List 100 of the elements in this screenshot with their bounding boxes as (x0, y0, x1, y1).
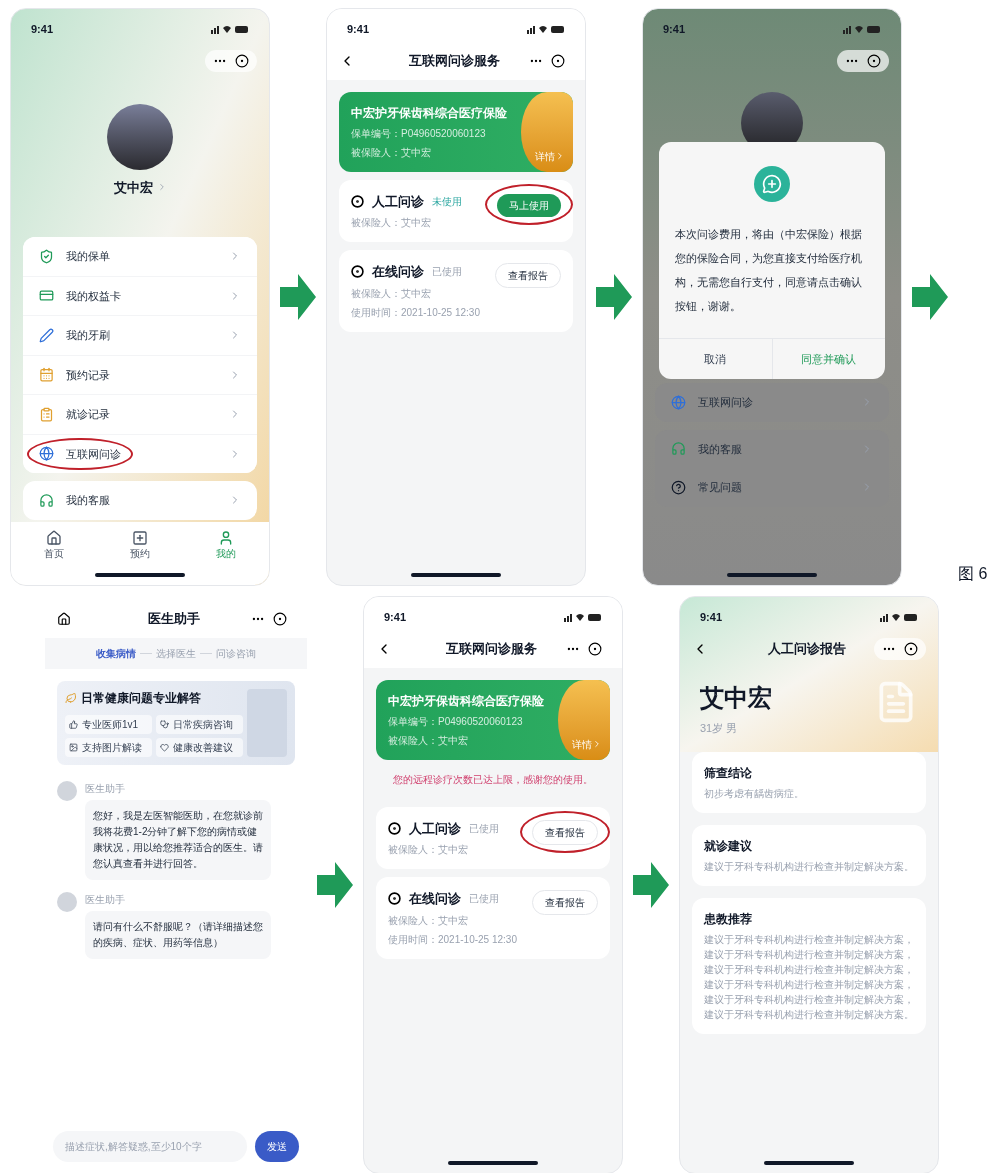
avatar-silhouette (57, 781, 77, 801)
chevron-icon (592, 739, 602, 749)
patient-name: 艾中宏 (700, 682, 773, 713)
tab[interactable]: 我的 (183, 530, 269, 561)
status-icons-drawing (211, 24, 249, 35)
step-label: 问诊咨询 (216, 647, 256, 661)
feature-chip: 专业医师1v1 (65, 715, 152, 734)
menu-capsule[interactable] (874, 637, 926, 660)
home-icon[interactable] (57, 612, 71, 626)
sender-name: 医生助手 (85, 782, 126, 796)
close-icon[interactable] (551, 53, 565, 68)
section-text: 建议于牙科专科机构进行检查并制定解决方案。 (704, 860, 914, 874)
service-name: 人工问诊 (409, 819, 461, 838)
service-info: 被保险人：艾中宏 (351, 216, 432, 230)
send-button[interactable]: 发送 (255, 1131, 299, 1162)
service-info: 使用时间：2021-10-25 12:30 (351, 305, 481, 320)
headset-icon (671, 441, 686, 457)
action-button[interactable]: 马上使用 (497, 193, 561, 217)
page-title: 人工问诊报告 (767, 639, 847, 658)
status-icons-drawing (527, 24, 565, 35)
service-status: 未使用 (432, 194, 462, 209)
heart-icon (160, 743, 169, 752)
menu-item[interactable]: 我的保单 (23, 237, 257, 277)
chevron-icon (555, 151, 565, 161)
service-status: 已使用 (432, 265, 462, 280)
menu-item-label: 互联网问诊 (698, 395, 753, 410)
section-title: 筛查结论 (704, 765, 753, 782)
menu-capsule[interactable] (205, 49, 257, 72)
home-icon (46, 530, 62, 546)
feature-chip: 日常疾病咨询 (156, 715, 243, 734)
ring-icon (388, 821, 401, 835)
menu-item-label: 互联网问诊 (66, 446, 121, 462)
service-name: 人工问诊 (372, 192, 424, 211)
section-title: 就诊建议 (704, 838, 753, 855)
menu-item-label: 常见问题 (698, 480, 742, 495)
page-title: 互联网问诊服务 (407, 51, 501, 70)
menu-item-label: 我的保单 (66, 249, 110, 264)
insured-person: 被保险人：艾中宏 (351, 145, 432, 160)
consult-icon (754, 165, 790, 202)
sender-name: 医生助手 (85, 893, 126, 907)
right-arrow-icon (280, 274, 316, 320)
close-icon[interactable] (904, 641, 918, 656)
close-icon[interactable] (867, 53, 881, 68)
menu-item-label: 我的权益卡 (66, 288, 121, 304)
page-title: 医生助手 (147, 610, 201, 629)
action-button[interactable]: 查看报告 (495, 263, 561, 288)
service-info: 被保险人：艾中宏 (388, 913, 469, 928)
menu-item-label: 我的客服 (698, 441, 742, 457)
card-title: 中宏护牙保齿科综合医疗保险 (351, 104, 508, 122)
right-arrow-icon (633, 862, 669, 908)
status-icons-drawing (880, 612, 918, 623)
status-time: 9:41 (347, 22, 370, 37)
user-name: 艾中宏 (113, 178, 153, 197)
menu-item-label: 预约记录 (66, 367, 110, 383)
section-text: 建议于牙科专科机构进行检查并制定解决方案，建议于牙科专科机构进行检查并制定解决方案，建议于牙科专科机构进行检查并制定解决方案，建议于牙科专科机构进行检查并制定解决方案，建议于牙科专科机构进行检查并制定解决方案，建议于牙科专科机构进行检查并制定解决方案。 (704, 933, 914, 1022)
message-input[interactable]: 描述症状,解答疑惑,至少10个字 (53, 1131, 247, 1162)
figure-label: 图 6 (958, 564, 988, 584)
image-icon (69, 743, 78, 752)
section-title: 患教推荐 (704, 911, 753, 928)
message-bubble: 请问有什么不舒服呢？（请详细描述您的疾病、症状、用药等信息） (85, 911, 271, 959)
service-info: 使用时间：2021-10-25 12:30 (388, 932, 518, 947)
patient-info: 31岁 男 (700, 720, 739, 736)
insured-person: 被保险人：艾中宏 (388, 733, 469, 748)
status-time: 9:41 (31, 22, 54, 37)
help-icon (671, 479, 686, 495)
card-icon (39, 288, 54, 304)
close-icon[interactable] (588, 641, 602, 656)
page-title: 互联网问诊服务 (444, 639, 538, 658)
service-status: 已使用 (469, 821, 499, 836)
tab[interactable]: 首页 (11, 530, 97, 561)
headset-icon (39, 492, 54, 508)
status-time: 9:41 (663, 22, 686, 37)
policy-number: 保单编号：P04960520060123 (351, 126, 487, 141)
leaf-icon (65, 692, 77, 704)
person-icon (218, 530, 234, 546)
tab[interactable]: 预约 (97, 530, 183, 561)
close-icon[interactable] (273, 612, 287, 626)
ring-icon (388, 892, 401, 906)
right-arrow-icon (596, 274, 632, 320)
ring-icon (351, 194, 364, 208)
right-arrow-icon (912, 274, 948, 320)
plus-icon (132, 530, 148, 546)
action-button[interactable]: 查看报告 (532, 819, 598, 845)
stethoscope-icon (160, 720, 169, 729)
dialog-button[interactable]: 同意并确认 (771, 338, 885, 379)
dialog-button[interactable]: 取消 (659, 338, 772, 379)
section-text: 初步考虑有龋齿病症。 (704, 787, 805, 801)
action-button[interactable]: 查看报告 (532, 890, 598, 915)
right-arrow-icon (317, 862, 353, 908)
status-icons-drawing (843, 24, 881, 35)
service-name: 在线问诊 (409, 890, 461, 908)
menu-capsule[interactable] (837, 49, 889, 72)
feature-chip: 支持图片解读 (65, 738, 152, 757)
step-label: 收集病情 (96, 647, 136, 661)
calendar-icon (39, 367, 54, 383)
close-icon[interactable] (235, 53, 249, 68)
avatar-silhouette (57, 892, 77, 912)
globe-icon (39, 446, 54, 462)
policy-number: 保单编号：P04960520060123 (388, 714, 524, 729)
service-info: 被保险人：艾中宏 (351, 286, 432, 301)
